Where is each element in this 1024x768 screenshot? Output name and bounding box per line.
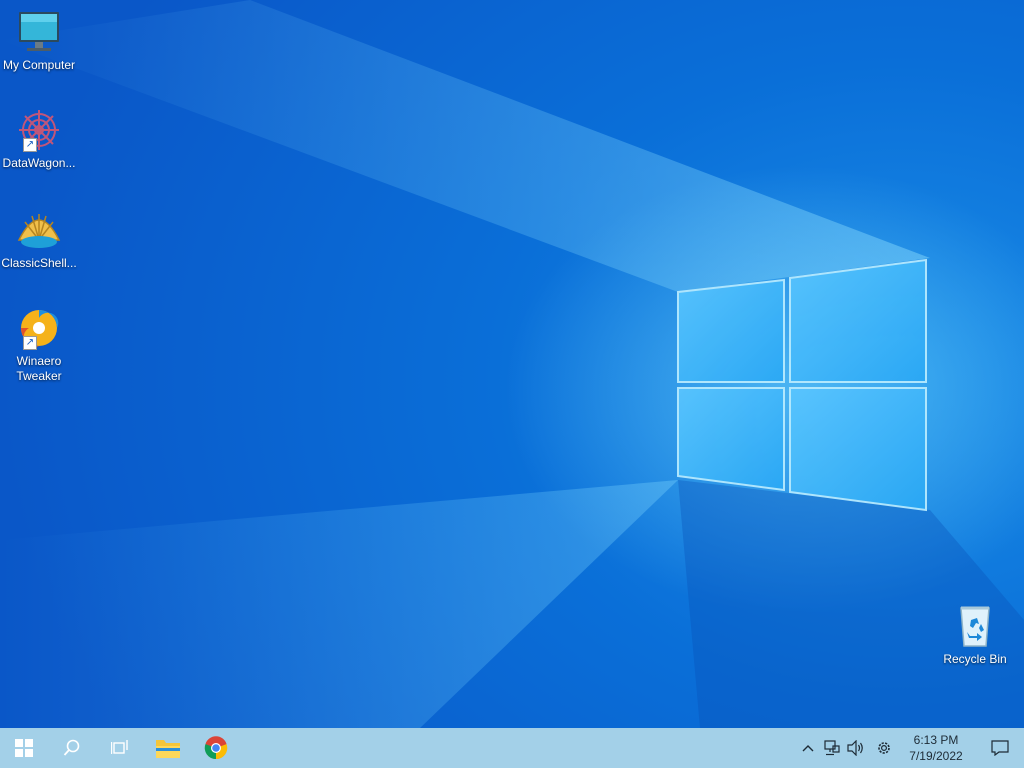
network-tray-button[interactable] [820,728,844,768]
search-button[interactable] [48,728,96,768]
desktop-icon-my-computer[interactable]: My Computer [0,8,78,73]
chrome-button[interactable] [192,728,240,768]
clock[interactable]: 6:13 PM 7/19/2022 [896,732,976,764]
monitor-icon [15,8,63,56]
start-button[interactable] [0,728,48,768]
winaero-tweaker-icon: ↗ [15,304,63,352]
windows-logo-icon [15,739,33,757]
desktop-icon-label: My Computer [2,58,76,72]
show-hidden-icons-chevron[interactable] [796,728,820,768]
system-tray: 6:13 PM 7/19/2022 [796,728,1024,768]
search-icon [63,739,80,756]
settings-tray-button[interactable] [872,728,896,768]
volume-tray-button[interactable] [844,728,868,768]
desktop-icon-recycle-bin[interactable]: Recycle Bin [936,602,1014,667]
shortcut-arrow-icon: ↗ [23,336,37,350]
desktop-icon-label: Winaero Tweaker [16,354,62,383]
network-icon [824,740,840,756]
speaker-icon [847,740,863,756]
action-center-button[interactable] [976,728,1024,768]
chrome-icon [204,736,228,760]
file-explorer-button[interactable] [144,728,192,768]
shortcut-arrow-icon: ↗ [23,138,37,152]
task-view-icon [111,740,128,754]
desktop-icon-classic-shell[interactable]: ClassicShell... [0,206,78,271]
desktop[interactable]: My Computer ↗ DataWagon... ClassicShell.… [0,0,1024,728]
task-view-button[interactable] [96,728,144,768]
folder-icon [156,740,180,758]
desktop-icon-winaero-tweaker[interactable]: ↗ Winaero Tweaker [0,304,78,384]
taskbar: 6:13 PM 7/19/2022 [0,728,1024,768]
desktop-icon-datawagon[interactable]: ↗ DataWagon... [0,106,78,171]
classic-shell-icon [15,206,63,254]
recycle-bin-icon [951,602,999,650]
datawagon-icon: ↗ [15,106,63,154]
windows-logo-wallpaper [677,258,927,512]
notification-icon [991,740,1009,756]
clock-time: 6:13 PM [913,733,959,747]
clock-date: 7/19/2022 [909,749,963,763]
chevron-up-icon [802,745,814,752]
desktop-icon-label: DataWagon... [2,156,76,170]
gear-icon [878,742,890,754]
desktop-icon-label: ClassicShell... [1,256,77,270]
desktop-icon-label: Recycle Bin [943,652,1007,666]
